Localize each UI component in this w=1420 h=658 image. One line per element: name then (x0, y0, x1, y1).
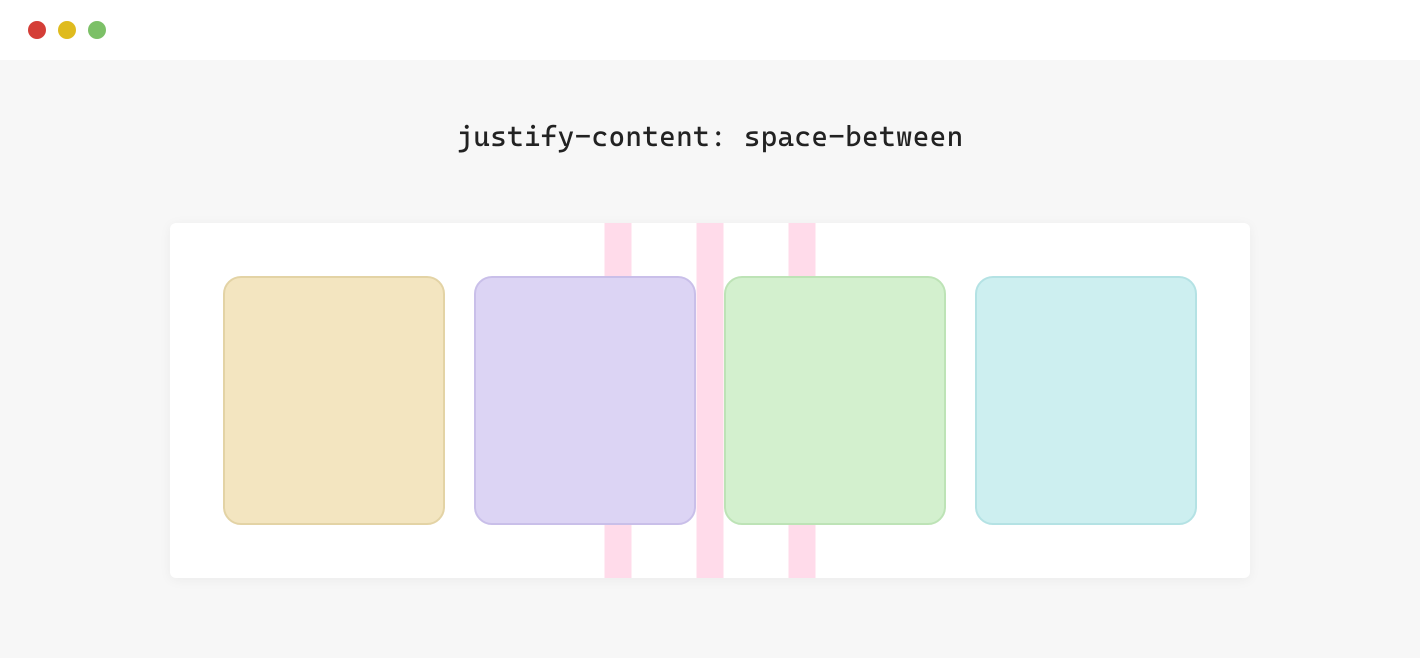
flex-item (474, 276, 696, 525)
page-title: justify-content: space-between (456, 120, 963, 153)
flex-item (223, 276, 445, 525)
flex-item (724, 276, 946, 525)
flex-container (170, 223, 1250, 578)
content-area: justify-content: space-between (0, 60, 1420, 578)
close-icon[interactable] (28, 21, 46, 39)
maximize-icon[interactable] (88, 21, 106, 39)
flex-item (975, 276, 1197, 525)
minimize-icon[interactable] (58, 21, 76, 39)
window-titlebar (0, 0, 1420, 60)
gap-indicator (697, 223, 724, 578)
